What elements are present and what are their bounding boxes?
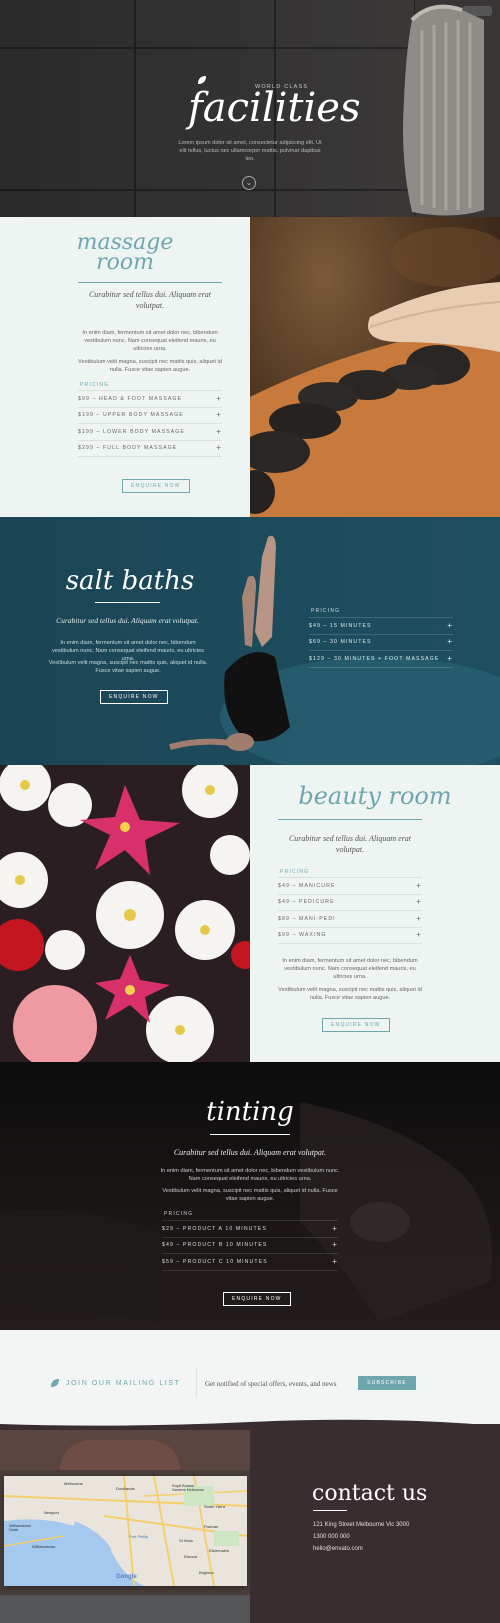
price-item[interactable]: $29 – PRODUCT A 10 MINUTES +: [162, 1221, 338, 1238]
hero-body: Lorem ipsum dolor sit amet, consectetur …: [178, 140, 322, 162]
price-item[interactable]: $199 – UPPER BODY MASSAGE +: [78, 408, 222, 424]
plus-icon: +: [447, 653, 453, 663]
mailing-list-section: JOIN OUR MAILING LIST Get notified of sp…: [0, 1330, 500, 1430]
hero-title: facilities: [188, 85, 361, 131]
price-item[interactable]: $199 – LOWER BODY MASSAGE +: [78, 424, 222, 441]
map-label: Port Phillip: [129, 1534, 149, 1539]
beauty-title: beauty room: [298, 782, 452, 810]
divider: [313, 1510, 347, 1511]
price-item[interactable]: $49 – MANICURE +: [278, 878, 422, 895]
map-label: St Kilda: [179, 1538, 193, 1543]
map-label: Prahran: [204, 1524, 219, 1529]
plus-icon: +: [416, 913, 422, 923]
price-item[interactable]: $69 – 30 MINUTES +: [309, 635, 453, 651]
salt-price-list: $49 – 15 MINUTES + $69 – 30 MINUTES + $129…: [309, 617, 453, 668]
price-item[interactable]: $49 – PRODUCT B 10 MINUTES +: [162, 1238, 338, 1254]
map-label: Newport: [44, 1510, 59, 1515]
plus-icon: +: [416, 880, 422, 890]
plus-icon: +: [216, 426, 222, 436]
divider: [278, 819, 422, 820]
beauty-para2: Vestibulum velit magna, suscipit nec mat…: [278, 987, 422, 1001]
google-logo: Google: [116, 1574, 137, 1580]
enquire-now-button[interactable]: ENQUIRE NOW: [100, 690, 168, 704]
plus-icon: +: [416, 897, 422, 907]
mailing-text: Get notified of special offers, events, …: [205, 1380, 337, 1388]
salt-subtitle: Curabitur sed tellus dui. Aliquam erat v…: [56, 616, 199, 625]
beauty-para1: In enim diam, fermentum sit amet dolor n…: [282, 958, 418, 980]
tinting-title: tinting: [206, 1097, 294, 1127]
plus-icon: +: [332, 1240, 338, 1250]
contact-address: 121 King Street Melbourne Vic 3000: [313, 1522, 410, 1528]
price-item[interactable]: $49 – 15 MINUTES +: [309, 618, 453, 635]
massage-price-list: $99 – HEAD & FOOT MASSAGE + $199 – UPPER …: [78, 390, 222, 457]
contact-section: contact us 121 King Street Melbourne Vic…: [250, 1424, 500, 1623]
plus-icon: +: [447, 637, 453, 647]
tinting-section: tinting Curabitur sed tellus dui. Aliqua…: [0, 1062, 500, 1342]
map-label: South Yarra: [204, 1504, 225, 1509]
tinting-para2: Vestibulum velit magna, suscipit nec mat…: [162, 1188, 338, 1202]
map-label: Brighton: [199, 1570, 214, 1575]
map-label: Elsternwick: [209, 1548, 230, 1553]
tinting-para1: In enim diam, fermentum sit amet dolor n…: [160, 1168, 340, 1182]
salt-pricing-label: PRICING: [311, 608, 341, 614]
contact-email[interactable]: hello@envato.com: [313, 1546, 363, 1552]
price-item[interactable]: $99 – HEAD & FOOT MASSAGE +: [78, 391, 222, 408]
plus-icon: +: [447, 620, 453, 630]
price-item[interactable]: $99 – WAXING +: [278, 928, 422, 944]
enquire-now-button[interactable]: ENQUIRE NOW: [223, 1292, 291, 1306]
price-item[interactable]: $49 – PEDICURE +: [278, 895, 422, 911]
divider: [196, 1368, 197, 1398]
massage-para1: In enim diam, fermentum sit amet dolor n…: [82, 330, 218, 352]
massage-room-section: massage room Curabitur sed tellus dui. A…: [0, 217, 250, 517]
beauty-subtitle: Curabitur sed tellus dui. Aliquam erat v…: [288, 834, 412, 854]
enquire-now-button[interactable]: ENQUIRE NOW: [322, 1018, 390, 1032]
plus-icon: +: [332, 1223, 338, 1233]
massage-stones-image: [250, 217, 500, 517]
price-item[interactable]: $129 – 30 MINUTES + FOOT MASSAGE +: [309, 651, 453, 668]
contact-phone[interactable]: 1300 000 000: [313, 1534, 350, 1540]
massage-title-line2: room: [96, 250, 154, 275]
map-label: Royal Botanic Gardens Melbourne: [172, 1484, 204, 1492]
salt-baths-section: salt baths Curabitur sed tellus dui. Ali…: [0, 517, 500, 765]
price-item[interactable]: $59 – PRODUCT C 10 MINUTES +: [162, 1254, 338, 1271]
price-item[interactable]: $89 – MANI-PEDI +: [278, 911, 422, 928]
salt-title: salt baths: [65, 566, 195, 596]
map-label: Williamstown North: [9, 1524, 32, 1532]
plus-icon: +: [416, 930, 422, 940]
map-label: Melbourne: [64, 1481, 83, 1486]
plus-icon: +: [216, 410, 222, 420]
tinting-price-list: $29 – PRODUCT A 10 MINUTES + $49 – PRODUC…: [162, 1220, 338, 1271]
map-label: Williamstown: [32, 1544, 56, 1549]
divider: [210, 1134, 290, 1135]
divider: [95, 602, 160, 603]
tinting-pricing-label: PRICING: [164, 1211, 194, 1217]
plus-icon: +: [216, 393, 222, 403]
plus-icon: +: [332, 1256, 338, 1266]
massage-pricing-label: PRICING: [80, 382, 110, 388]
chevron-down-icon[interactable]: ⌄: [242, 176, 256, 190]
beauty-pricing-label: PRICING: [280, 869, 310, 875]
divider: [78, 282, 222, 283]
massage-subtitle: Curabitur sed tellus dui. Aliquam erat v…: [88, 290, 212, 310]
contact-title: contact us: [312, 1481, 428, 1506]
tinting-subtitle: Curabitur sed tellus dui. Aliquam erat v…: [173, 1148, 327, 1157]
flowers-image: [0, 765, 250, 1062]
location-map[interactable]: Melbourne Docklands Royal Botanic Garden…: [4, 1476, 247, 1586]
plus-icon: +: [216, 443, 222, 453]
towel-image: [403, 4, 492, 216]
enquire-now-button[interactable]: ENQUIRE NOW: [122, 479, 190, 493]
beauty-price-list: $49 – MANICURE + $49 – PEDICURE + $89 – MA…: [278, 877, 422, 944]
leaf-icon: [51, 1379, 59, 1387]
massage-para2: Vestibulum velit magna, suscipit nec mat…: [78, 359, 222, 373]
price-item[interactable]: $299 – FULL BODY MASSAGE +: [78, 441, 222, 457]
salt-para2: Vestibulum velit magna, suscipit nec mat…: [48, 660, 208, 674]
map-label: Docklands: [116, 1486, 135, 1491]
beauty-room-section: beauty room Curabitur sed tellus dui. Al…: [250, 765, 500, 1062]
subscribe-button[interactable]: SUBSCRIBE: [358, 1376, 416, 1390]
mailing-title: JOIN OUR MAILING LIST: [66, 1380, 181, 1387]
map-label: Elwood: [184, 1554, 198, 1559]
hero-section: WORLD CLASS facilities Lorem ipsum dolor…: [0, 0, 500, 217]
